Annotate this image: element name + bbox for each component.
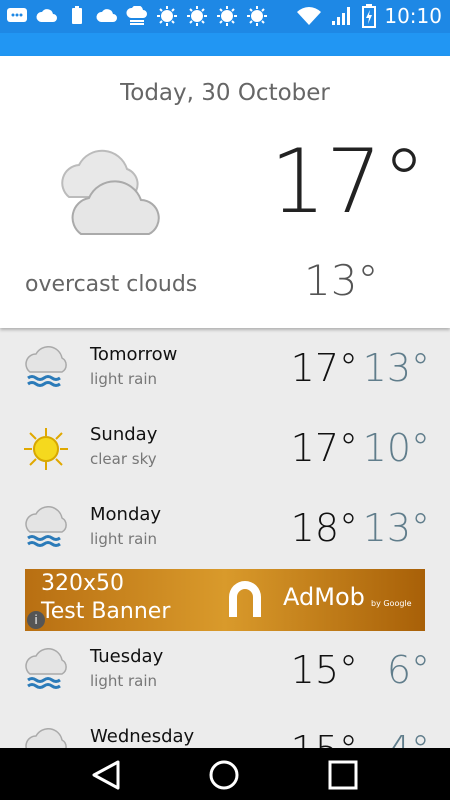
light-rain-icon [25, 506, 67, 547]
today-date: Today, 30 October [120, 80, 330, 106]
forecast-day: Wednesday [90, 726, 195, 747]
cloud-icon [36, 9, 57, 22]
forecast-day: Tuesday [90, 646, 164, 667]
today-condition: overcast clouds [25, 272, 198, 297]
sun-icon [217, 6, 237, 26]
navigation-bar [0, 748, 450, 800]
ad-test-text: Test Banner [41, 599, 171, 624]
forecast-condition: light rain [90, 370, 158, 388]
signal-icon [332, 7, 351, 25]
forecast-row[interactable]: Monday light rain 18° 13° [0, 492, 450, 572]
admob-logo-icon [229, 581, 261, 617]
forecast-high: 17° [290, 426, 358, 470]
forecast-row[interactable]: Sunday clear sky 17° 10° [0, 412, 450, 492]
battery-saver-icon [72, 6, 82, 24]
sun-icon [187, 6, 207, 26]
forecast-day: Sunday [90, 424, 158, 445]
forecast-row[interactable]: Tuesday light rain 15° 6° [0, 634, 450, 714]
ad-size-text: 320x50 [41, 571, 125, 596]
forecast-high: 18° [290, 506, 358, 550]
forecast-day: Tomorrow [90, 344, 178, 365]
sun-icon [24, 428, 68, 470]
forecast-condition: light rain [90, 530, 158, 548]
light-rain-icon [25, 648, 67, 689]
overcast-clouds-icon [61, 149, 160, 235]
forecast-condition: light rain [90, 672, 158, 690]
back-icon[interactable] [90, 760, 122, 790]
forecast-low: 6° [386, 648, 430, 692]
app-bar [0, 33, 450, 56]
home-icon[interactable] [208, 759, 240, 791]
cloud-icon [96, 9, 117, 22]
today-low: 13° [304, 256, 379, 305]
light-rain-icon [25, 346, 67, 387]
forecast-high: 17° [290, 346, 358, 390]
forecast-low: 10° [362, 426, 430, 470]
bubble-icon [7, 8, 27, 22]
forecast-low: 13° [362, 506, 430, 550]
forecast-row[interactable]: Tomorrow light rain 17° 13° [0, 332, 450, 412]
wifi-icon [297, 7, 322, 25]
today-card[interactable]: Today, 30 October overcast clouds 17° 13… [0, 56, 450, 328]
forecast-low: 13° [362, 346, 430, 390]
forecast-day: Monday [90, 504, 162, 525]
notification-icons [6, 6, 268, 26]
today-high: 17° [270, 130, 426, 233]
sun-icon [157, 6, 177, 26]
ad-brand: AdMob [283, 583, 365, 611]
ad-banner[interactable]: 320x50 Test Banner AdMob by Google i [25, 569, 425, 631]
rain-cloud-icon [126, 6, 147, 25]
battery-charging-icon [362, 4, 377, 28]
sun-icon [247, 6, 267, 26]
forecast-condition: clear sky [90, 450, 157, 468]
clock: 10:10 [384, 4, 442, 28]
status-bar: 10:10 [0, 0, 450, 33]
forecast-high: 15° [290, 648, 358, 692]
recents-icon[interactable] [328, 760, 358, 790]
ad-by-google: by Google [371, 599, 412, 608]
ad-info-icon[interactable]: i [27, 611, 45, 629]
